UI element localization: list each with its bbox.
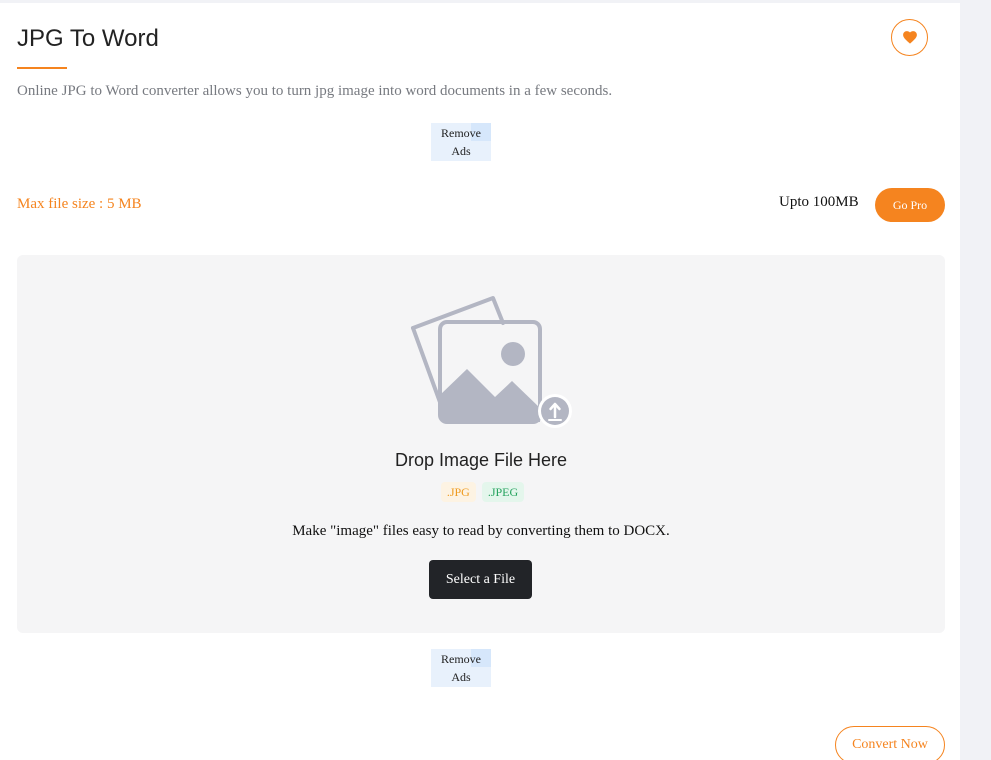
convert-now-button[interactable]: Convert Now bbox=[835, 726, 945, 760]
remove-ads-label-line2: Ads bbox=[451, 144, 471, 158]
format-badge-jpeg: .JPEG bbox=[481, 482, 525, 502]
max-file-size: Max file size : 5 MB bbox=[17, 196, 142, 212]
remove-ads-label-line1: Remove bbox=[441, 652, 481, 666]
favorite-button[interactable] bbox=[891, 19, 928, 56]
go-pro-button[interactable]: Go Pro bbox=[875, 188, 945, 222]
format-badges: .JPG .JPEG bbox=[17, 482, 945, 502]
select-file-button[interactable]: Select a File bbox=[429, 560, 532, 599]
remove-ads-button-bottom[interactable]: Remove Ads bbox=[431, 649, 491, 687]
remove-ads-button-top[interactable]: Remove Ads bbox=[431, 123, 491, 161]
remove-ads-label-line1: Remove bbox=[441, 126, 481, 140]
title-underline bbox=[17, 67, 67, 69]
remove-ads-label-line2: Ads bbox=[451, 670, 471, 684]
heart-icon bbox=[902, 31, 917, 44]
pro-limit-text: Upto 100MB bbox=[779, 194, 859, 210]
file-dropzone[interactable]: Drop Image File Here .JPG .JPEG Make "im… bbox=[17, 255, 945, 633]
page-description: Online JPG to Word converter allows you … bbox=[17, 83, 613, 99]
page-title: JPG To Word bbox=[17, 25, 159, 52]
image-upload-icon bbox=[411, 296, 572, 428]
format-badge-jpg: .JPG bbox=[440, 482, 476, 502]
dropzone-subtitle: Make "image" files easy to read by conve… bbox=[292, 523, 670, 539]
dropzone-title: Drop Image File Here bbox=[394, 450, 568, 470]
converter-card: JPG To Word Online JPG to Word converter… bbox=[0, 3, 960, 760]
